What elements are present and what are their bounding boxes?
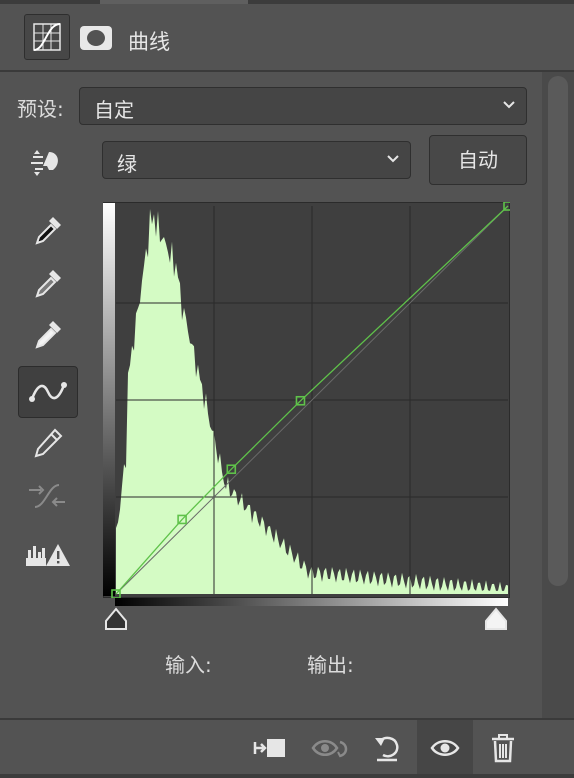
scrollbar-thumb[interactable] <box>548 76 568 586</box>
chevron-down-icon <box>387 155 399 163</box>
clipping-warning-icon[interactable] <box>26 536 70 576</box>
layer-mask-icon[interactable] <box>80 26 112 50</box>
clip-to-layer-icon[interactable] <box>242 720 298 776</box>
curve-overlay[interactable] <box>103 202 510 598</box>
auto-button[interactable]: 自动 <box>429 135 527 185</box>
visibility-icon[interactable] <box>417 720 473 776</box>
delete-icon[interactable] <box>475 720 531 776</box>
footer-toolbar <box>0 718 574 776</box>
chevron-down-icon <box>503 101 515 109</box>
bottom-edge <box>0 774 574 778</box>
white-point-slider[interactable] <box>483 607 509 631</box>
black-point-slider[interactable] <box>103 607 129 631</box>
curves-adjustment-icon[interactable] <box>24 14 70 60</box>
panel-title: 曲线 <box>128 30 170 54</box>
pencil-draw-icon[interactable] <box>28 423 68 463</box>
preset-label: 预设: <box>17 97 64 121</box>
channel-value: 绿 <box>117 152 137 176</box>
properties-header: 曲线 <box>0 4 574 72</box>
black-point-eyedropper-icon[interactable] <box>28 210 68 250</box>
white-point-eyedropper-icon[interactable] <box>28 314 68 354</box>
curve-points-icon[interactable] <box>18 366 78 418</box>
preset-dropdown[interactable]: 自定 <box>79 87 527 125</box>
on-image-adjust-icon[interactable] <box>27 142 67 182</box>
preset-value: 自定 <box>94 98 134 122</box>
smooth-curve-icon <box>27 476 67 516</box>
channel-dropdown[interactable]: 绿 <box>102 141 411 179</box>
gray-point-eyedropper-icon[interactable] <box>28 263 68 303</box>
reset-icon[interactable] <box>359 720 415 776</box>
view-previous-state-icon <box>302 720 358 776</box>
output-label: 输出: <box>307 653 354 677</box>
input-label: 输入: <box>165 653 212 677</box>
input-gradient-bar <box>115 598 508 606</box>
